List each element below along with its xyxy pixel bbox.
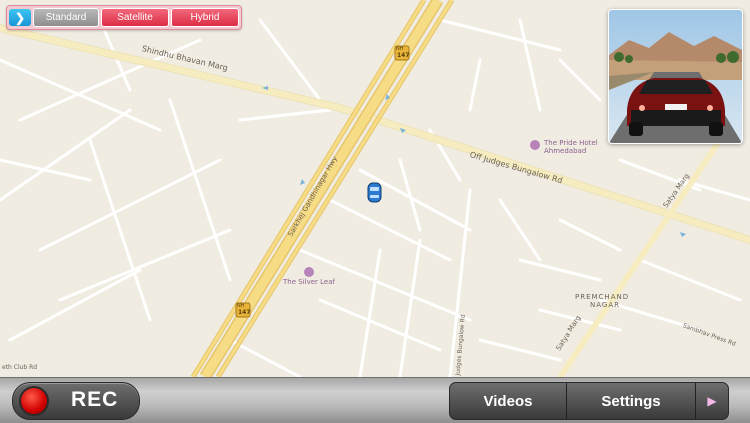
chevron-right-icon[interactable]: ❯ [9,9,31,26]
area-label-nagar: NAGAR [590,301,620,309]
map-type-satellite-button[interactable]: Satellite [101,8,169,27]
camera-preview[interactable] [608,9,743,144]
record-button[interactable]: REC [12,382,140,420]
bottom-toolbar: REC Videos Settings ▶ [0,377,750,423]
record-label: REC [71,388,119,411]
camera-preview-image [609,10,742,143]
road-label-club: eth Club Rd [2,364,38,371]
map-type-standard-button[interactable]: Standard [33,8,99,27]
record-dot-icon [19,386,49,416]
restaurant-poi-icon[interactable] [304,267,314,277]
nh-number-bottom: 147 [238,309,251,316]
videos-button[interactable]: Videos [450,383,567,419]
car-marker-icon[interactable] [367,182,382,203]
map-type-hybrid-button[interactable]: Hybrid [171,8,239,27]
poi-label-pride-hotel-city: Ahmedabad [544,147,587,155]
map-type-control: ❯ Standard Satellite Hybrid [6,5,242,30]
play-icon[interactable]: ▶ [696,383,728,419]
nh-number-top: 147 [397,52,410,59]
bottom-button-group: Videos Settings ▶ [449,382,729,420]
area-label-premchand: PREMCHAND [575,293,630,301]
hotel-poi-icon[interactable] [530,140,540,150]
poi-label-pride-hotel: The Pride Hotel [544,139,598,147]
poi-label-silver-leaf: The Silver Leaf [283,278,335,286]
settings-button[interactable]: Settings [567,383,696,419]
